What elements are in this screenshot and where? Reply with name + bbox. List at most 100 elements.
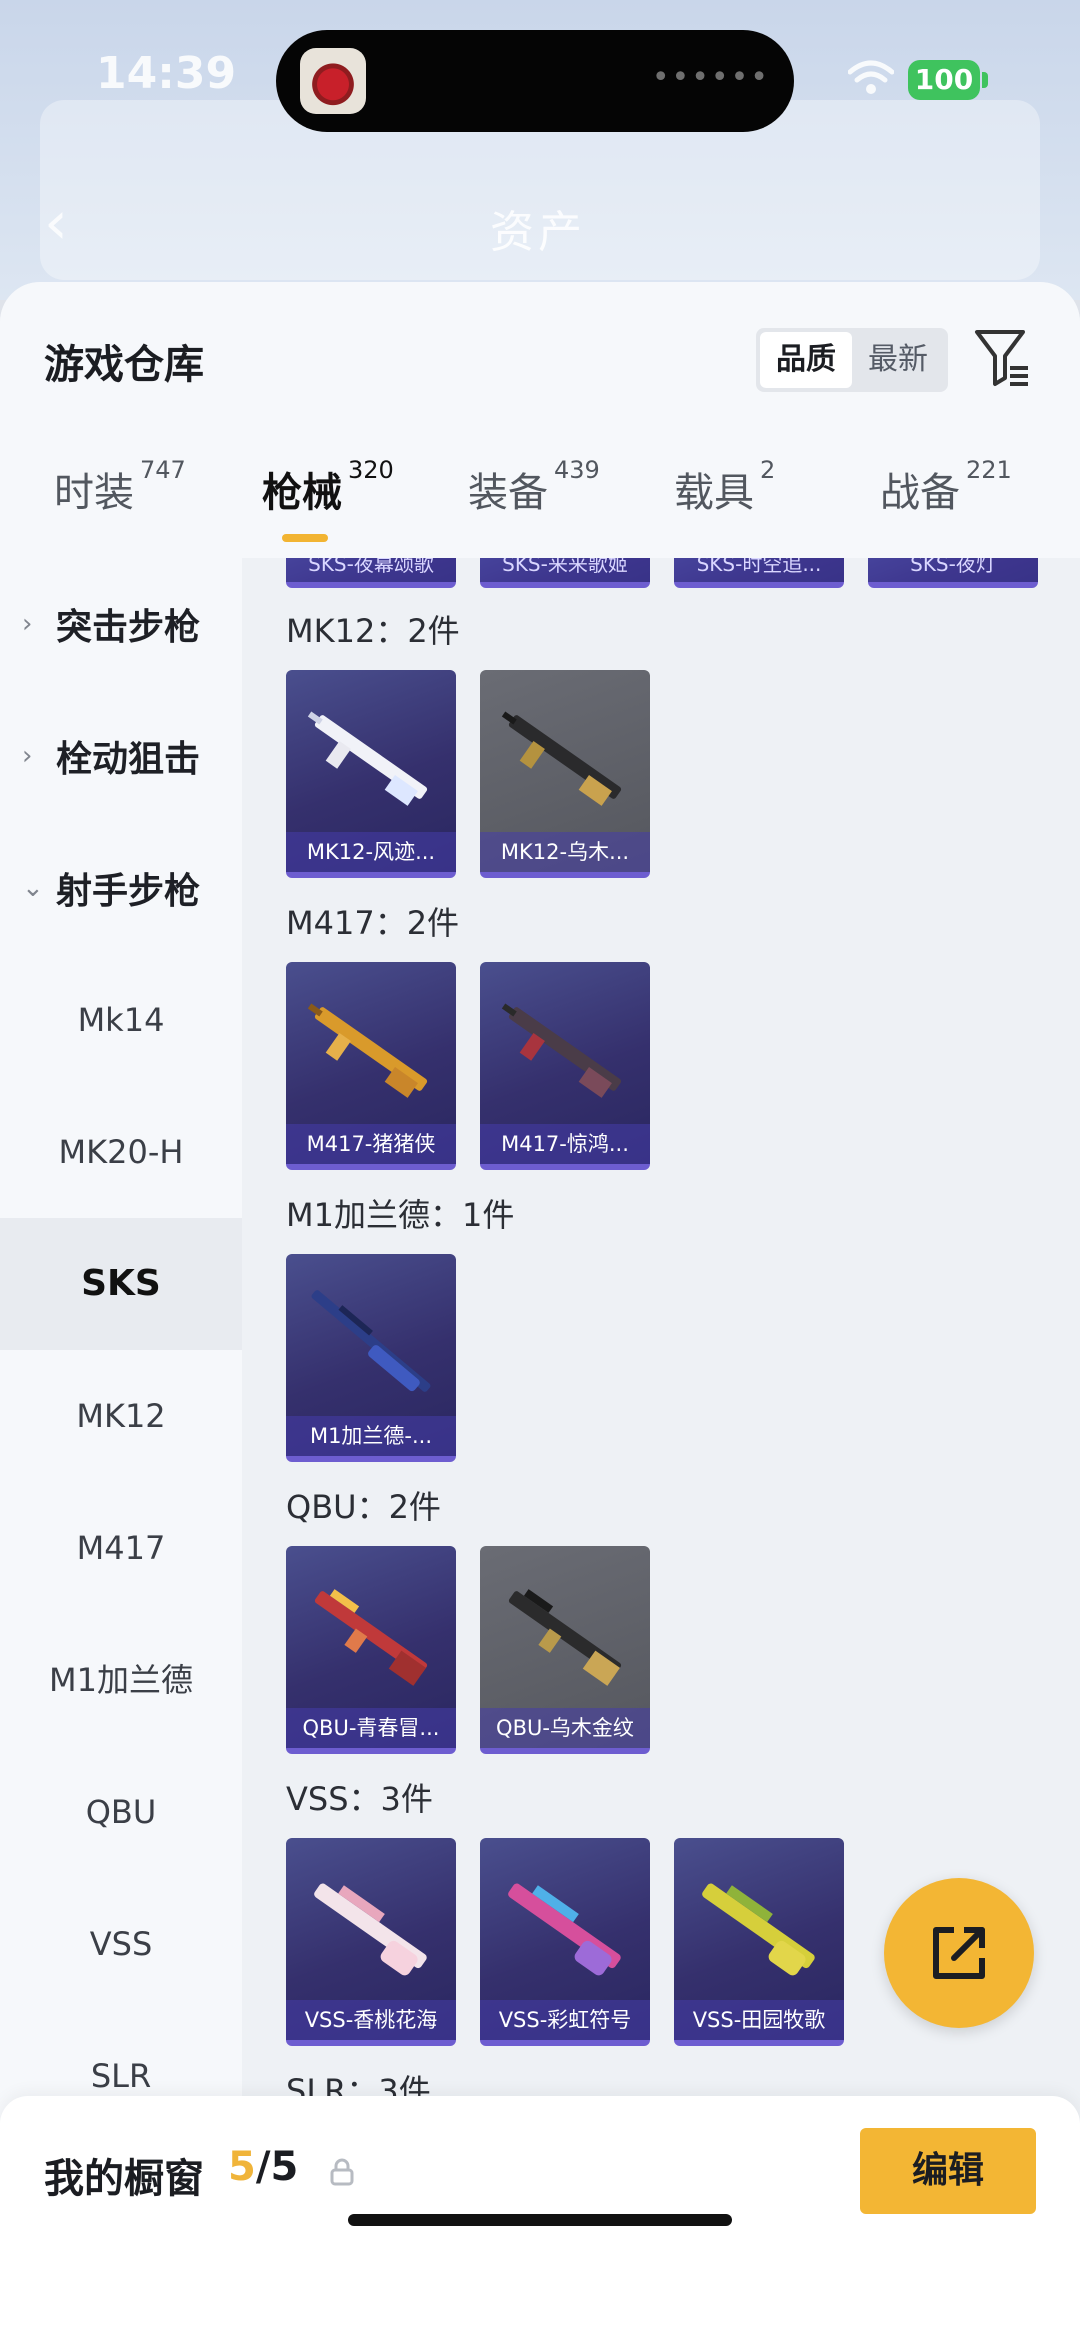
skin-label: SKS-时空追... [674, 558, 844, 582]
share-button[interactable] [884, 1878, 1034, 2028]
skin-card[interactable]: MK12-风迹... [286, 670, 456, 878]
chevron-right-icon: › [22, 609, 33, 639]
sidebar-category-label: 射手步枪 [56, 871, 201, 912]
rifle-icon [307, 711, 428, 806]
rifle-icon [501, 711, 622, 806]
skin-label: SKS-夜幕颂歌 [286, 558, 456, 582]
skin-label: MK12-风迹... [286, 832, 456, 872]
tab-supplies[interactable]: 战备 221 [880, 456, 1012, 518]
showcase-count-total: /5 [255, 2144, 299, 2190]
tab-label: 战备 [880, 470, 960, 516]
battery-indicator: 100 [908, 60, 980, 100]
sidebar-category-marksman-rifle[interactable]: ⌄ 射手步枪 [0, 822, 242, 954]
category-tabs: 时装 747 枪械 320 装备 439 载具 2 战备 221 [0, 456, 1080, 560]
skin-card[interactable]: SKS-夜幕颂歌 [286, 558, 456, 588]
skin-label: SKS-来来歌姬 [480, 558, 650, 582]
tab-label: 载具 [674, 470, 754, 516]
sidebar-category-label: 栓动狙击 [56, 739, 201, 780]
skin-label: QBU-青春冒... [286, 1708, 456, 1748]
rifle-icon [311, 1290, 431, 1392]
sidebar-category-assault-rifle[interactable]: › 突击步枪 [0, 558, 242, 690]
tab-equipment[interactable]: 装备 439 [468, 456, 600, 518]
tab-firearms[interactable]: 枪械 320 [262, 456, 394, 518]
skin-label: M1加兰德-... [286, 1416, 456, 1456]
showcase-label: 我的橱窗 [44, 2156, 204, 2202]
app-avatar-icon [300, 48, 366, 114]
chevron-right-icon: › [22, 741, 33, 771]
skin-label: M417-猪猪侠 [286, 1124, 456, 1164]
sidebar-item-qbu[interactable]: QBU [0, 1746, 242, 1878]
dynamic-island: •••••• [276, 30, 794, 132]
tab-label: 枪械 [262, 470, 342, 516]
showcase-count: 5/5 [228, 2144, 298, 2190]
tab-label: 时装 [54, 470, 134, 516]
skin-label: SKS-夜灯 [868, 558, 1038, 582]
rifle-icon [307, 1003, 428, 1098]
sidebar-category-label: 突击步枪 [56, 607, 201, 648]
rifle-icon [508, 1883, 621, 1976]
rifle-icon [314, 1883, 427, 1976]
skin-label: MK12-乌木... [480, 832, 650, 872]
tab-count: 439 [554, 456, 600, 484]
tab-count: 747 [140, 456, 186, 484]
skin-card[interactable]: VSS-彩虹符号 [480, 1838, 650, 2046]
home-indicator[interactable] [348, 2214, 732, 2226]
skin-label: VSS-香桃花海 [286, 2000, 456, 2040]
skin-card[interactable]: SKS-夜灯 [868, 558, 1038, 588]
group-title-m1-garand: M1加兰德：1件 [286, 1196, 515, 1234]
skin-card[interactable]: QBU-乌木金纹 [480, 1546, 650, 1754]
game-warehouse-sheet: 游戏仓库 品质 最新 时装 747 枪械 320 装备 439 载具 2 战备 … [0, 282, 1080, 2341]
skin-label: QBU-乌木金纹 [480, 1708, 650, 1748]
active-tab-indicator [282, 534, 328, 542]
sort-quality-button[interactable]: 品质 [760, 332, 852, 388]
skin-card[interactable]: SKS-来来歌姬 [480, 558, 650, 588]
sidebar-item-mk20h[interactable]: MK20-H [0, 1086, 242, 1218]
tab-fashion[interactable]: 时装 747 [54, 456, 186, 518]
lock-icon [330, 2158, 354, 2186]
skin-label: VSS-彩虹符号 [480, 2000, 650, 2040]
skin-card[interactable]: M1加兰德-... [286, 1254, 456, 1462]
tab-vehicles[interactable]: 载具 2 [674, 456, 775, 518]
group-title-mk12: MK12：2件 [286, 612, 460, 650]
sidebar-item-sks[interactable]: SKS [0, 1218, 242, 1350]
skin-card[interactable]: QBU-青春冒... [286, 1546, 456, 1754]
showcase-count-current: 5 [228, 2144, 256, 2190]
share-icon [933, 1927, 985, 1979]
battery-tip [982, 72, 988, 88]
skin-card[interactable]: SKS-时空追... [674, 558, 844, 588]
back-icon[interactable]: ‹ [44, 188, 68, 258]
tab-count: 221 [966, 456, 1012, 484]
rifle-icon [314, 1589, 428, 1686]
sheet-header: 游戏仓库 品质 最新 时装 747 枪械 320 装备 439 载具 2 战备 … [0, 282, 1080, 558]
skin-card[interactable]: MK12-乌木... [480, 670, 650, 878]
skin-label: VSS-田园牧歌 [674, 2000, 844, 2040]
sidebar-item-mk12[interactable]: MK12 [0, 1350, 242, 1482]
sidebar-item-vss[interactable]: VSS [0, 1878, 242, 2010]
skin-card[interactable]: M417-猪猪侠 [286, 962, 456, 1170]
filter-icon[interactable] [974, 328, 1032, 390]
sidebar-item-m417[interactable]: M417 [0, 1482, 242, 1614]
sidebar-category-bolt-sniper[interactable]: › 栓动狙击 [0, 690, 242, 822]
skin-card[interactable]: VSS-香桃花海 [286, 1838, 456, 2046]
tab-count: 320 [348, 456, 394, 484]
rifle-icon [702, 1883, 815, 1976]
group-title-qbu: QBU：2件 [286, 1488, 441, 1526]
tab-label: 装备 [468, 470, 548, 516]
sidebar-item-m1-garand[interactable]: M1加兰德 [0, 1614, 242, 1746]
rifle-icon [508, 1589, 622, 1686]
group-title-vss: VSS：3件 [286, 1780, 433, 1818]
skin-label: M417-惊鸿... [480, 1124, 650, 1164]
island-dots-icon: •••••• [651, 60, 770, 95]
skin-card[interactable]: VSS-田园牧歌 [674, 1838, 844, 2046]
edit-button[interactable]: 编辑 [860, 2128, 1036, 2214]
wifi-icon [848, 60, 894, 94]
chevron-down-icon: ⌄ [22, 873, 44, 903]
rifle-icon [501, 1003, 622, 1098]
group-title-m417: M417：2件 [286, 904, 460, 942]
sort-newest-button[interactable]: 最新 [852, 332, 944, 388]
sidebar-item-mk14[interactable]: Mk14 [0, 954, 242, 1086]
tab-count: 2 [760, 456, 776, 484]
skin-card[interactable]: M417-惊鸿... [480, 962, 650, 1170]
sort-toggle: 品质 最新 [756, 328, 948, 392]
status-time: 14:39 [96, 48, 237, 99]
